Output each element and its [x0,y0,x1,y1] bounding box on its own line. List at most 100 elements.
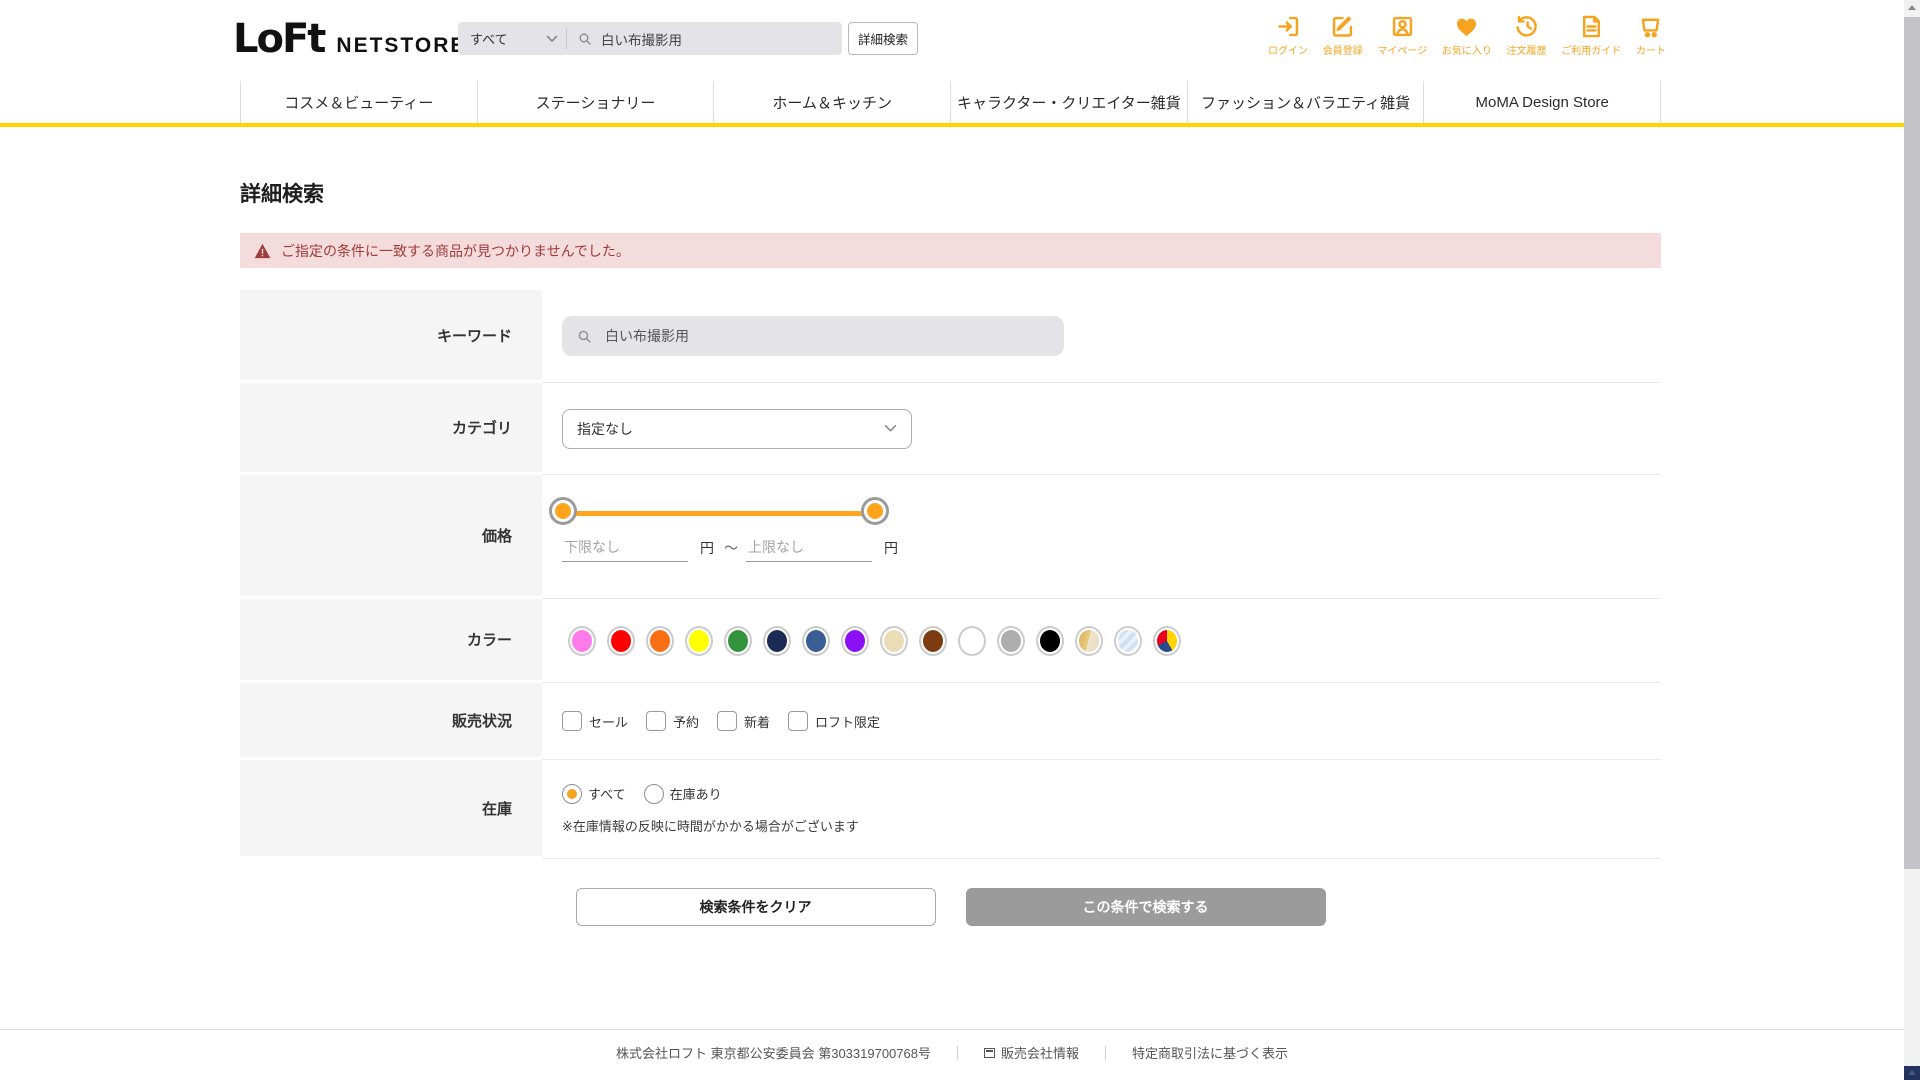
search-with-conditions-button[interactable]: この条件で検索する [965,888,1326,926]
radio-stock-all[interactable]: すべて [562,783,626,804]
page-top-button[interactable] [1904,1066,1920,1080]
chevron-down-icon [884,424,897,432]
color-swatch-orange[interactable] [648,627,672,654]
form-row-color: カラー [240,599,1661,683]
color-swatch-white[interactable] [960,627,984,654]
form-actions: 検索条件をクリア この条件で検索する [240,888,1661,926]
advanced-search-button[interactable]: 詳細検索 [848,22,918,55]
quick-link-mypage[interactable]: マイページ [1377,13,1427,57]
sales-status-label: 販売状況 [240,683,542,757]
login-icon [1275,13,1302,40]
color-swatch-gold[interactable] [1077,627,1101,654]
quick-link-label: マイページ [1377,46,1428,57]
checkbox-loft-limited[interactable]: ロフト限定 [788,711,880,731]
chevron-down-icon [546,35,558,42]
quick-link-order-history[interactable]: 注文履歴 [1507,13,1547,57]
footer-divider [0,1029,1904,1030]
nav-item-3[interactable]: ホーム＆キッチン [713,81,950,123]
price-label: 価格 [240,475,542,596]
checkbox-label: セール [589,714,629,730]
checkbox-sale[interactable]: セール [562,711,628,731]
category-label: カテゴリ [240,383,542,472]
footer-separator [1104,1045,1106,1060]
footer: 株式会社ロフト 東京都公安委員会 第303319700768号 販売会社情報 特… [0,1043,1904,1062]
price-slider-handle-max[interactable] [864,500,886,522]
scrollbar-thumb[interactable] [1904,17,1920,869]
favorites-icon [1453,13,1480,40]
price-max-input[interactable] [746,539,872,562]
quick-link-guide[interactable]: ご利用ガイド [1561,13,1621,57]
form-row-sales-status: 販売状況 セール 予約 新着 ロフト限定 [240,683,1661,760]
radio-circle[interactable] [562,783,582,804]
warning-icon [254,243,271,258]
checkbox-box[interactable] [788,711,809,731]
global-nav: コスメ＆ビューティー ステーショナリー ホーム＆キッチン キャラクター・クリエイター雑… [240,81,1662,123]
color-swatch-clear[interactable] [1116,627,1140,654]
color-swatch-blue[interactable] [804,627,828,654]
header-search-input[interactable]: 白い布撮影用 [567,29,842,49]
no-results-alert: ご指定の条件に一致する商品が見つかりませんでした。 [240,233,1661,268]
nav-item-6[interactable]: MoMA Design Store [1423,81,1662,123]
search-category-select[interactable]: すべて [458,22,566,55]
quick-link-cart[interactable]: カート [1636,13,1666,57]
checkbox-reserve[interactable]: 予約 [646,711,699,731]
color-swatch-green[interactable] [726,627,750,654]
checkbox-box[interactable] [717,711,738,731]
color-swatch-gray[interactable] [999,627,1023,654]
quick-link-label: 会員登録 [1322,46,1363,57]
color-swatch-pink[interactable] [570,627,594,654]
nav-item-2[interactable]: ステーショナリー [476,81,714,123]
nav-item-4[interactable]: キャラクター・クリエイター雑貨 [950,81,1187,123]
price-min-input[interactable] [562,539,688,562]
quick-link-label: ログイン [1268,46,1308,57]
color-swatch-black[interactable] [1038,627,1062,654]
checkbox-label: ロフト限定 [815,714,881,730]
quick-link-label: 注文履歴 [1506,46,1547,57]
checkbox-new[interactable]: 新着 [717,711,770,731]
checkbox-box[interactable] [562,711,582,731]
price-max-unit: 円 [884,540,898,556]
form-row-keyword: キーワード [240,290,1661,383]
color-swatch-purple[interactable] [843,627,867,654]
radio-stock-in-stock[interactable]: 在庫あり [643,783,722,804]
price-min-unit: 円 [700,540,714,556]
quick-link-login[interactable]: ログイン [1268,13,1308,57]
checkbox-box[interactable] [646,711,667,731]
mypage-icon [1389,13,1416,40]
register-icon [1329,13,1356,40]
radio-circle[interactable] [643,783,664,804]
color-swatch-navy[interactable] [765,627,789,654]
color-swatch-beige[interactable] [882,627,906,654]
footer-link-seller-info[interactable]: 販売会社情報 [983,1043,1079,1062]
category-select[interactable]: 指定なし [562,408,912,449]
price-slider-handle-min[interactable] [552,500,574,522]
nav-item-5[interactable]: ファッション＆バラエティ雑貨 [1186,81,1424,123]
guide-icon [1578,13,1605,40]
footer-company-text: 株式会社ロフト 東京都公安委員会 第303319700768号 [615,1046,931,1061]
color-swatch-brown[interactable] [921,627,945,654]
footer-separator [956,1045,958,1060]
quick-link-register[interactable]: 会員登録 [1323,13,1363,57]
checkbox-label: 予約 [673,714,700,730]
stock-note: ※在庫情報の反映に時間がかかる場合がございます [562,818,859,834]
keyword-input-box[interactable] [562,316,1064,356]
sales-status-options: セール 予約 新着 ロフト限定 [562,711,880,731]
stock-options: すべて 在庫あり [562,783,859,804]
quick-link-favorites[interactable]: お気に入り [1442,13,1492,57]
color-swatch-red[interactable] [609,627,633,654]
logo-store-text: NETSTORE [336,34,467,57]
loft-logo[interactable]: LoFt NETSTORE [233,16,466,62]
search-icon [578,330,591,343]
nav-item-1[interactable]: コスメ＆ビューティー [240,81,477,123]
page-title: 詳細検索 [240,183,324,206]
footer-link-commerce-law[interactable]: 特定商取引法に基づく表示 [1132,1043,1288,1062]
logo-brand-text: LoFt [233,16,326,62]
form-row-stock: 在庫 すべて 在庫あり ※在庫情報の反映に時間がかかる場合がございます [240,760,1661,859]
color-swatch-multicolor[interactable] [1155,627,1179,654]
keyword-input[interactable] [603,327,1050,345]
color-swatch-yellow[interactable] [687,627,711,654]
clear-conditions-button[interactable]: 検索条件をクリア [575,888,936,926]
quick-link-label: お気に入り [1441,46,1492,57]
color-swatch-list [570,627,1179,654]
price-slider-track[interactable] [552,500,886,522]
